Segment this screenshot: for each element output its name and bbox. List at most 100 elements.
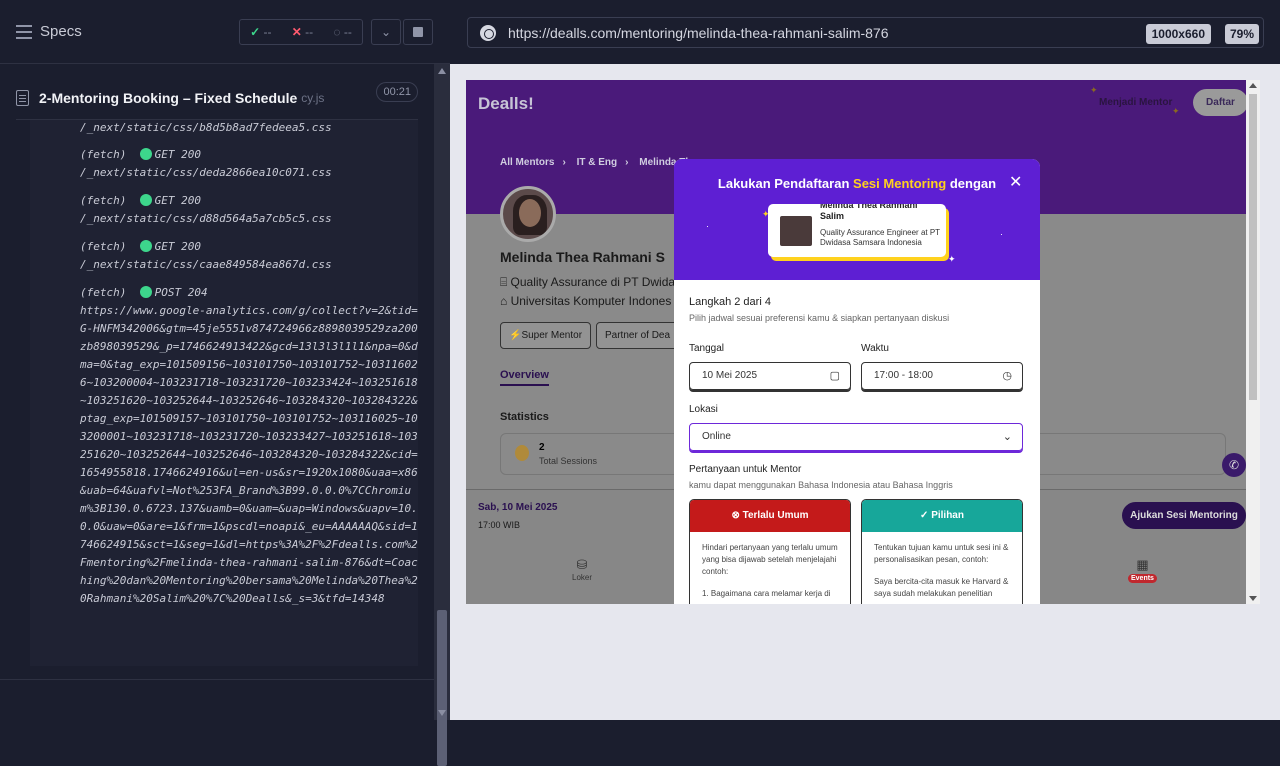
status-dot-icon bbox=[139, 194, 152, 206]
close-icon[interactable]: ✕ bbox=[1009, 172, 1022, 192]
statistics-heading: Statistics bbox=[500, 411, 549, 423]
sparkle-icon: ✦ bbox=[1090, 85, 1098, 95]
stat-label: Total Sessions bbox=[539, 456, 598, 466]
log-scrollbar[interactable] bbox=[434, 64, 450, 766]
log-url: https://www.google-analytics.com/g/colle… bbox=[80, 304, 418, 605]
question-heading: Pertanyaan untuk Mentor bbox=[689, 464, 802, 475]
log-entry[interactable]: (fetch) GET 200 /_next/static/css/d88d56… bbox=[30, 192, 418, 228]
command-log: /_next/static/css/b8d5b8ad7fedeea5.css (… bbox=[30, 120, 418, 666]
passed-stat: ✓ -- bbox=[250, 25, 272, 39]
breadcrumb-all-mentors[interactable]: All Mentors bbox=[500, 157, 554, 168]
url-text: https://dealls.com/mentoring/melinda-the… bbox=[508, 24, 889, 41]
zoom-badge: 79% bbox=[1224, 24, 1259, 44]
mentor-card-role: Quality Assurance Engineer at PT Dwidasa… bbox=[820, 228, 940, 247]
url-field[interactable]: https://dealls.com/mentoring/melinda-the… bbox=[467, 17, 1264, 48]
chevron-down-icon[interactable]: ⌄ bbox=[371, 19, 401, 45]
chevron-down-icon: ⌄ bbox=[1002, 431, 1012, 443]
log-method: GET 200 bbox=[154, 240, 201, 253]
tanggal-label: Tanggal bbox=[689, 343, 725, 354]
nav-loker[interactable]: ⛁ Loker bbox=[572, 557, 592, 582]
ajukan-sesi-button[interactable]: Ajukan Sesi Mentoring bbox=[1122, 502, 1246, 529]
app-viewport: Dealls! ✦ ✦ Menjadi Mentor Daftar All Me… bbox=[466, 80, 1260, 604]
spec-timer: 00:21 bbox=[376, 82, 418, 102]
lokasi-select[interactable]: Online ⌄ bbox=[689, 423, 1023, 451]
status-dot-icon bbox=[139, 286, 152, 298]
lightning-icon: ⚡ bbox=[509, 330, 522, 341]
log-type: (fetch) bbox=[80, 286, 127, 299]
calendar-icon: ▢ bbox=[829, 370, 840, 382]
pending-icon: ◌ bbox=[333, 25, 341, 39]
log-method: POST 204 bbox=[154, 286, 208, 299]
step-subtitle: Pilih jadwal sesuai preferensi kamu & si… bbox=[689, 313, 950, 323]
scroll-down-icon[interactable] bbox=[438, 710, 446, 716]
tab-overview[interactable]: Overview bbox=[500, 369, 549, 386]
log-type: (fetch) bbox=[80, 148, 127, 161]
waktu-label: Waktu bbox=[861, 343, 889, 354]
medal-icon bbox=[515, 445, 529, 461]
breadcrumb: All Mentors › IT & Eng › Melinda Th bbox=[500, 157, 700, 168]
check-icon: ✓ bbox=[250, 25, 261, 39]
spec-title: 2-Mentoring Booking – Fixed Schedule bbox=[39, 89, 298, 106]
whatsapp-icon[interactable]: ✆ bbox=[1222, 453, 1246, 477]
scrollbar-thumb[interactable] bbox=[437, 610, 447, 766]
divider bbox=[0, 679, 434, 680]
runner-panel: Specs ✓ -- ✕ -- ◌ -- ⌄ 2-Mentoring Booki… bbox=[0, 0, 450, 766]
stop-button[interactable] bbox=[403, 19, 433, 45]
become-mentor-link[interactable]: Menjadi Mentor bbox=[1099, 97, 1172, 108]
globe-icon bbox=[480, 24, 496, 41]
chevron-right-icon: › bbox=[625, 157, 629, 168]
check-circle-icon: ✓ bbox=[920, 510, 932, 521]
log-type: (fetch) bbox=[80, 240, 127, 253]
log-url: /_next/static/css/d88d564a5a7cb5c5.css bbox=[80, 212, 332, 225]
breadcrumb-it-eng[interactable]: IT & Eng bbox=[577, 157, 618, 168]
brand-logo[interactable]: Dealls! bbox=[478, 94, 534, 114]
specs-label[interactable]: Specs bbox=[40, 23, 82, 40]
mentor-card: Melinda Thea Rahmani Salim Quality Assur… bbox=[768, 204, 946, 257]
sparkle-icon: · bbox=[1000, 229, 1003, 239]
runner-topbar: Specs ✓ -- ✕ -- ◌ -- ⌄ bbox=[0, 0, 450, 64]
bad-example-header: ⊗ Terlalu Umum bbox=[690, 500, 850, 532]
selected-date: Sab, 10 Mei 2025 bbox=[478, 502, 558, 513]
scroll-up-icon[interactable] bbox=[1249, 83, 1257, 88]
mentor-job: ⌸ Quality Assurance di PT Dwida bbox=[500, 275, 676, 289]
scroll-up-icon[interactable] bbox=[438, 68, 446, 74]
log-url: /_next/static/css/deda2866ea10c071.css bbox=[80, 166, 332, 179]
sparkle-icon: ✦ bbox=[948, 254, 956, 264]
avatar bbox=[500, 186, 556, 242]
status-dot-icon bbox=[139, 240, 152, 252]
step-indicator: Langkah 2 dari 4 bbox=[689, 296, 771, 308]
log-entry[interactable]: (fetch) GET 200 /_next/static/css/deda28… bbox=[30, 146, 418, 182]
failed-stat: ✕ -- bbox=[291, 25, 314, 39]
scroll-down-icon[interactable] bbox=[1249, 596, 1257, 601]
log-entry[interactable]: /_next/static/css/b8d5b8ad7fedeea5.css bbox=[30, 120, 418, 136]
modal-title: Lakukan Pendaftaran Sesi Mentoring denga… bbox=[717, 176, 997, 191]
log-url: /_next/static/css/b8d5b8ad7fedeea5.css bbox=[80, 121, 332, 134]
time-field[interactable]: 17:00 - 18:00 ◷ bbox=[861, 362, 1023, 390]
scrollbar-thumb[interactable] bbox=[1249, 94, 1257, 400]
chevron-right-icon: › bbox=[562, 157, 566, 168]
log-url: /_next/static/css/caae849584ea867d.css bbox=[80, 258, 332, 271]
daftar-button[interactable]: Daftar bbox=[1193, 89, 1248, 116]
cross-icon: ✕ bbox=[291, 25, 302, 39]
status-dot-icon bbox=[139, 148, 152, 160]
modal-header: Lakukan Pendaftaran Sesi Mentoring denga… bbox=[674, 159, 1040, 280]
sparkle-icon: ✦ bbox=[1172, 106, 1180, 116]
app-scrollbar[interactable] bbox=[1246, 80, 1260, 604]
preview-pane: https://dealls.com/mentoring/melinda-the… bbox=[450, 0, 1280, 720]
specs-menu-icon[interactable] bbox=[16, 24, 32, 39]
x-circle-icon: ⊗ bbox=[731, 510, 743, 521]
log-entry[interactable]: (fetch) GET 200 /_next/static/css/caae84… bbox=[30, 238, 418, 274]
date-field[interactable]: 10 Mei 2025 ▢ bbox=[689, 362, 851, 390]
calendar-icon: ▦ bbox=[1136, 557, 1149, 572]
log-entry[interactable]: (fetch) POST 204 https://www.google-anal… bbox=[30, 284, 418, 608]
clock-icon: ◷ bbox=[1002, 370, 1012, 382]
spec-row[interactable]: 2-Mentoring Booking – Fixed Schedule cy.… bbox=[16, 76, 418, 120]
file-icon bbox=[16, 89, 29, 106]
graduation-cap-icon: ⌂ bbox=[500, 294, 511, 308]
mentor-card-name: Melinda Thea Rahmani Salim bbox=[820, 204, 918, 221]
partner-badge: Partner of Dea bbox=[596, 322, 686, 349]
selected-time: 17:00 WIB bbox=[478, 520, 521, 530]
nav-events[interactable]: ▦ Events bbox=[1128, 557, 1157, 583]
stat-value: 2 bbox=[539, 442, 545, 453]
question-subtitle: kamu dapat menggunakan Bahasa Indonesia … bbox=[689, 480, 953, 490]
